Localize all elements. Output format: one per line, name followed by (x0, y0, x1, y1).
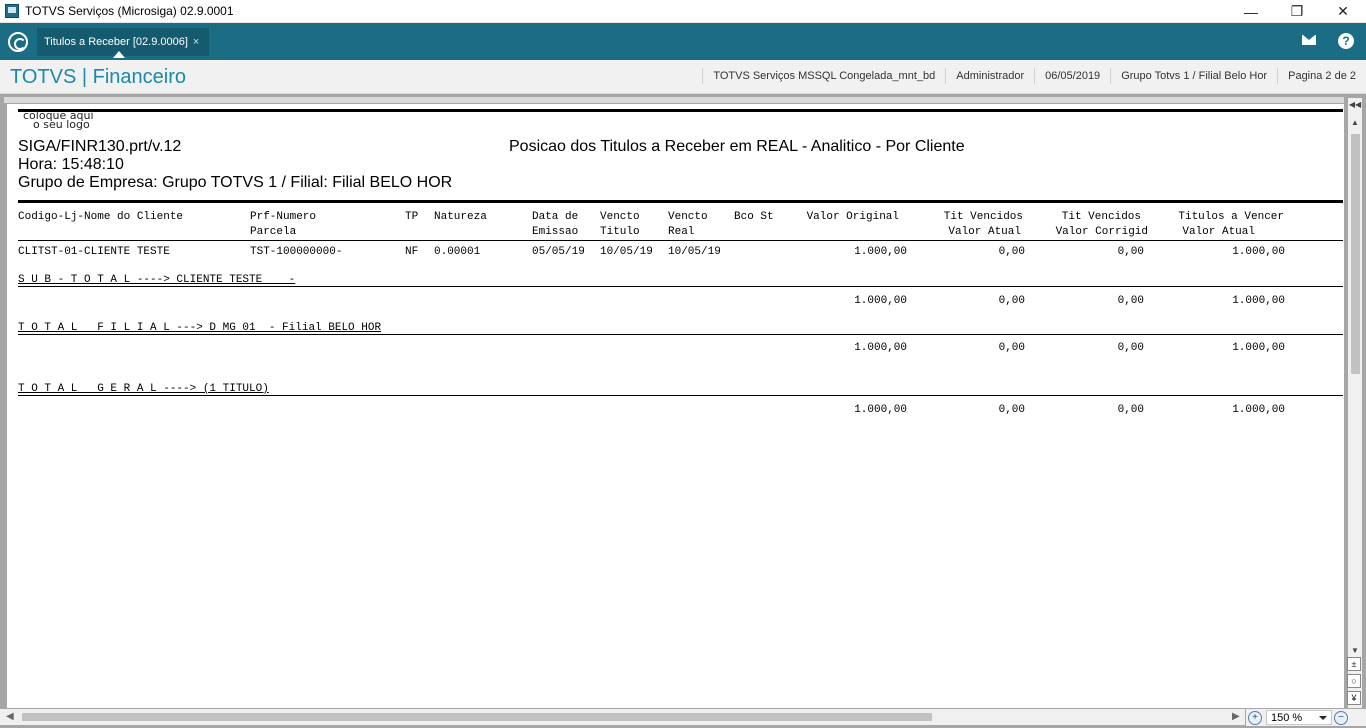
subtotal-tit-vencidos-atual: 0,00 (998, 295, 1025, 307)
window-title: TOTVS Serviços (Microsiga) 02.9.0001 (25, 4, 234, 18)
col-tit-vencidos-valor-corrigid: Valor Corrigid (1055, 226, 1148, 238)
subtotal-tit-vencidos-corrigido: 0,00 (1117, 295, 1144, 307)
total-filial-tit-vencidos-corrigido: 0,00 (1117, 342, 1144, 354)
window-controls: — ❐ ✕ (1228, 0, 1366, 23)
col-bco-st: Bco St (734, 211, 774, 223)
zoom-select[interactable]: 150 % (1266, 710, 1332, 725)
total-geral-tit-vencidos-atual: 0,00 (998, 404, 1025, 416)
col-client: Codigo-Lj-Nome do Cliente (18, 211, 184, 223)
total-filial-tit-vencidos-atual: 0,00 (998, 342, 1025, 354)
report-page: coloque aqui o seu logo SIGA/FINR130.prt… (7, 104, 1344, 708)
program-id: SIGA/FINR130.prt/v.12 (18, 138, 182, 155)
viewer-top-bar (4, 97, 1344, 103)
tab-close-icon[interactable]: × (193, 36, 199, 48)
subtotal-titulos-a-vencer: 1.000,00 (1232, 295, 1285, 307)
close-button[interactable]: ✕ (1320, 0, 1366, 23)
user-label: Administrador (945, 68, 1034, 84)
total-geral-rule (18, 395, 1343, 396)
col-data-de: Data de (532, 211, 579, 223)
subtotal-rule (18, 286, 1343, 287)
row-tit-vencidos-corrigido: 0,00 (1117, 246, 1144, 258)
zoom-value: 150 % (1271, 711, 1303, 724)
mail-icon[interactable] (1302, 35, 1316, 45)
col-emissao: Emissao (532, 226, 579, 238)
collapse-panel-icon[interactable]: ◀◀ (1348, 98, 1362, 111)
scroll-up-icon[interactable]: ▲ (1348, 116, 1362, 129)
window-titlebar: TOTVS Serviços (Microsiga) 02.9.0001 — ❐… (0, 0, 1366, 23)
col-titulos-a-vencer-valor-atual: Valor Atual (1182, 226, 1255, 238)
total-filial-rule (18, 334, 1343, 335)
total-geral-tit-vencidos-corrigido: 0,00 (1117, 404, 1144, 416)
col-valor-original: Valor Original (806, 211, 899, 223)
col-prf-numero: Prf-Numero (250, 211, 317, 223)
vertical-scroll-thumb[interactable] (1351, 134, 1360, 374)
row-tp: NF (405, 246, 419, 258)
report-viewer: coloque aqui o seu logo SIGA/FINR130.prt… (0, 94, 1366, 728)
col-natureza: Natureza (434, 211, 487, 223)
col-tit-vencidos-valor-atual: Valor Atual (948, 226, 1021, 238)
previous-page-icon[interactable]: ± (1347, 657, 1361, 671)
session-info: TOTVS Serviços MSSQL Congelada_mnt_bd Ad… (702, 68, 1366, 84)
col-vencto-titulo-1: Vencto (600, 211, 640, 223)
col-tit-vencidos-1: Tit Vencidos (943, 211, 1023, 223)
col-tit-vencidos-2: Tit Vencidos (1061, 211, 1141, 223)
col-vencto-real-1: Vencto (668, 211, 708, 223)
row-natureza: 0.00001 (434, 246, 481, 258)
col-tp: TP (405, 211, 419, 223)
active-tab-caret-icon (113, 51, 125, 58)
row-vencto-titulo: 10/05/19 (600, 246, 653, 258)
columns-rule (18, 240, 1343, 241)
scroll-down-icon[interactable]: ▼ (1348, 644, 1362, 657)
col-titulos-a-vencer: Titulos a Vencer (1178, 211, 1284, 223)
vertical-scrollbar[interactable]: ◀◀ ▲ ▼ (1348, 98, 1362, 708)
total-filial-titulos-a-vencer: 1.000,00 (1232, 342, 1285, 354)
col-vencto-titulo-2: Titulo (600, 226, 640, 238)
company-group: Grupo de Empresa: Grupo TOTVS 1 / Filial… (18, 174, 453, 191)
report-time: Hora: 15:48:10 (18, 156, 124, 173)
module-header: TOTVS | Financeiro TOTVS Serviços MSSQL … (0, 60, 1366, 94)
col-vencto-real-2: Real (668, 226, 695, 238)
logo-line-2: o seu logo (33, 118, 90, 131)
row-tit-vencidos-atual: 0,00 (998, 246, 1025, 258)
app-window-icon (5, 4, 19, 18)
header-rule (18, 200, 1343, 203)
subtotal-valor-original: 1.000,00 (854, 295, 907, 307)
help-icon[interactable]: ? (1338, 33, 1354, 49)
row-client: CLITST-01-CLIENTE TESTE (18, 246, 170, 258)
company-label: Grupo Totvs 1 / Filial Belo Hor (1110, 68, 1277, 84)
pagination-label: Pagina 2 de 2 (1277, 68, 1366, 84)
top-rule (18, 109, 1343, 112)
total-geral-titulos-a-vencer: 1.000,00 (1232, 404, 1285, 416)
zoom-control: + 150 % − (1246, 709, 1366, 726)
module-brand: TOTVS | Financeiro (10, 66, 186, 88)
zoom-in-icon[interactable]: + (1248, 710, 1262, 725)
total-geral-valor-original: 1.000,00 (854, 404, 907, 416)
report-title: Posicao dos Titulos a Receber em REAL - … (509, 138, 965, 155)
zoom-out-icon[interactable]: − (1334, 710, 1348, 725)
row-emissao: 05/05/19 (532, 246, 585, 258)
next-page-icon[interactable]: ¥ (1347, 691, 1361, 705)
row-numero: TST-100000000- (250, 246, 343, 258)
row-vencto-real: 10/05/19 (668, 246, 721, 258)
minimize-button[interactable]: — (1228, 0, 1274, 23)
horizontal-scroll-thumb[interactable] (22, 713, 932, 721)
tab-bar: Titulos a Receber [02.9.0006] × ? (0, 23, 1366, 60)
total-filial-valor-original: 1.000,00 (854, 342, 907, 354)
row-valor-original: 1.000,00 (854, 246, 907, 258)
environment-label: TOTVS Serviços MSSQL Congelada_mnt_bd (702, 68, 945, 84)
scroll-left-icon[interactable]: ◀ (6, 711, 14, 722)
restore-button[interactable]: ❐ (1274, 0, 1320, 23)
report-logo: coloque aqui o seu logo (23, 110, 94, 131)
tab-label: Titulos a Receber [02.9.0006] (44, 36, 188, 48)
scroll-right-icon[interactable]: ▶ (1232, 711, 1240, 722)
horizontal-scrollbar[interactable]: ◀ ▶ (0, 709, 1245, 725)
col-parcela: Parcela (250, 226, 297, 238)
page-center-icon[interactable]: ○ (1347, 674, 1361, 688)
date-label: 06/05/2019 (1034, 68, 1110, 84)
row-titulos-a-vencer: 1.000,00 (1232, 246, 1285, 258)
home-icon[interactable] (8, 32, 28, 52)
